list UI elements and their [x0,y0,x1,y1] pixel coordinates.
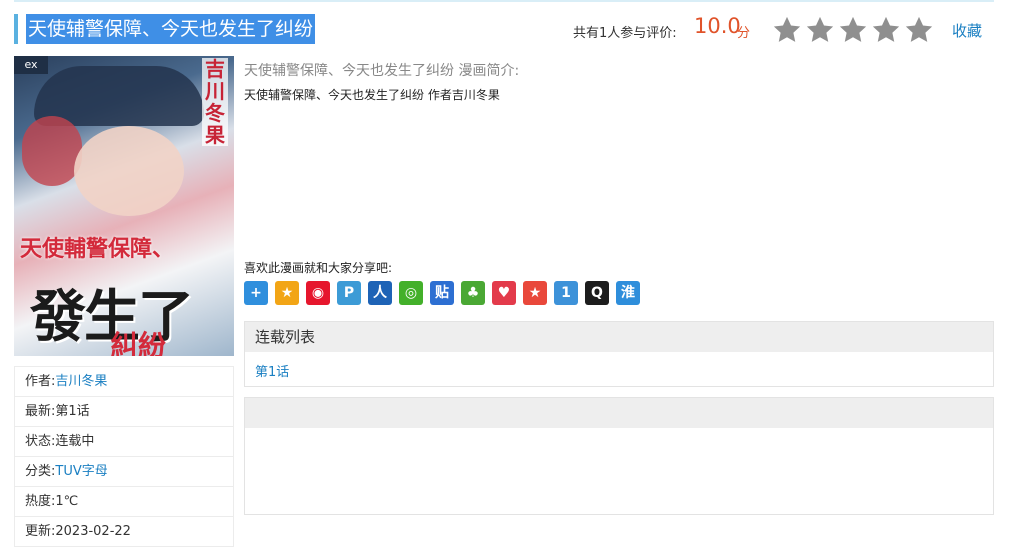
cover-publisher-logo: ex [14,56,48,74]
cover-title-line1: 天使輔警保障、 [20,237,175,262]
heart-icon[interactable]: ♥ [492,281,516,305]
info-key: 热度: [25,494,56,509]
comic-info-table: 作者:吉川冬果 最新:第1话 状态:连载中 分类:TUV字母 热度:1℃ 更新:… [14,366,234,547]
top-divider [14,0,994,2]
chapter-link[interactable]: 第1话 [255,361,289,380]
cover-art-face [74,126,184,216]
cover-author-name: 吉川冬果 [202,58,228,146]
description-heading: 天使辅警保障、今天也发生了纠纷 漫画简介: [244,63,520,79]
info-value: 1℃ [55,494,79,509]
title-accent-bar [14,14,18,44]
rating-star-icon[interactable] [838,15,868,45]
comic-cover-image: ex 吉川冬果 天使輔警保障、 發生了 糾紛 [14,56,234,356]
rating-score: 10.0 [694,14,741,38]
star-badge-icon[interactable]: ★ [523,281,547,305]
share-label: 喜欢此漫画就和大家分享吧: [244,261,393,275]
info-row-updated: 更新:2023-02-22 [14,517,234,547]
wechat-icon[interactable]: ◎ [399,281,423,305]
info-key: 更新: [25,524,56,539]
info-key: 作者: [25,374,56,389]
rating-star-icon[interactable] [904,15,934,45]
rating-star-icon[interactable] [772,15,802,45]
info-row-status: 状态:连载中 [14,427,234,457]
share-icon-bar: + ★ ◉ P 人 ◎ 贴 ♣ ♥ ★ 1 Q 淮 [244,281,640,305]
comic-header: 天使辅警保障、今天也发生了纠纷 共有1人参与评价: 10.0 分 收藏 [14,10,994,48]
info-key: 最新: [25,404,56,419]
rating-area: 共有1人参与评价: 10.0 分 收藏 [569,12,989,46]
info-row-author: 作者:吉川冬果 [14,366,234,397]
chapter-list-heading: 连载列表 [245,322,993,352]
qq-icon[interactable]: Q [585,281,609,305]
description-body: 天使辅警保障、今天也发生了纠纷 作者吉川冬果 [244,88,500,102]
rating-star-icon[interactable] [805,15,835,45]
info-value: 第1话 [55,404,90,419]
page-title: 天使辅警保障、今天也发生了纠纷 [26,14,316,44]
empty-panel [244,397,994,515]
kaixin-icon[interactable]: 1 [554,281,578,305]
empty-panel-heading [245,398,993,428]
favorite-button[interactable]: 收藏 [952,20,982,41]
share-more-icon[interactable]: + [244,281,268,305]
weibo-icon[interactable]: ◉ [306,281,330,305]
info-value: 连载中 [55,434,95,449]
info-key: 状态: [25,434,56,449]
tencent-weibo-icon[interactable]: P [337,281,361,305]
category-link[interactable]: TUV字母 [55,464,107,479]
huaban-icon[interactable]: 淮 [616,281,640,305]
clover-icon[interactable]: ♣ [461,281,485,305]
qzone-icon[interactable]: ★ [275,281,299,305]
cover-art-hair [22,116,82,186]
info-row-latest: 最新:第1话 [14,397,234,427]
rating-stars[interactable] [772,15,934,45]
info-row-heat: 热度:1℃ [14,487,234,517]
chapter-list-panel: 连载列表 第1话 [244,321,994,387]
info-value: 2023-02-22 [55,524,131,539]
rating-star-icon[interactable] [871,15,901,45]
rating-count-text: 共有1人参与评价: [573,26,677,41]
renren-icon[interactable]: 人 [368,281,392,305]
rating-score-unit: 分 [737,26,751,41]
info-key: 分类: [25,464,56,479]
tieba-icon[interactable]: 贴 [430,281,454,305]
author-link[interactable]: 吉川冬果 [55,374,107,389]
cover-title-line3: 糾紛 [110,329,167,356]
info-row-category: 分类:TUV字母 [14,457,234,487]
